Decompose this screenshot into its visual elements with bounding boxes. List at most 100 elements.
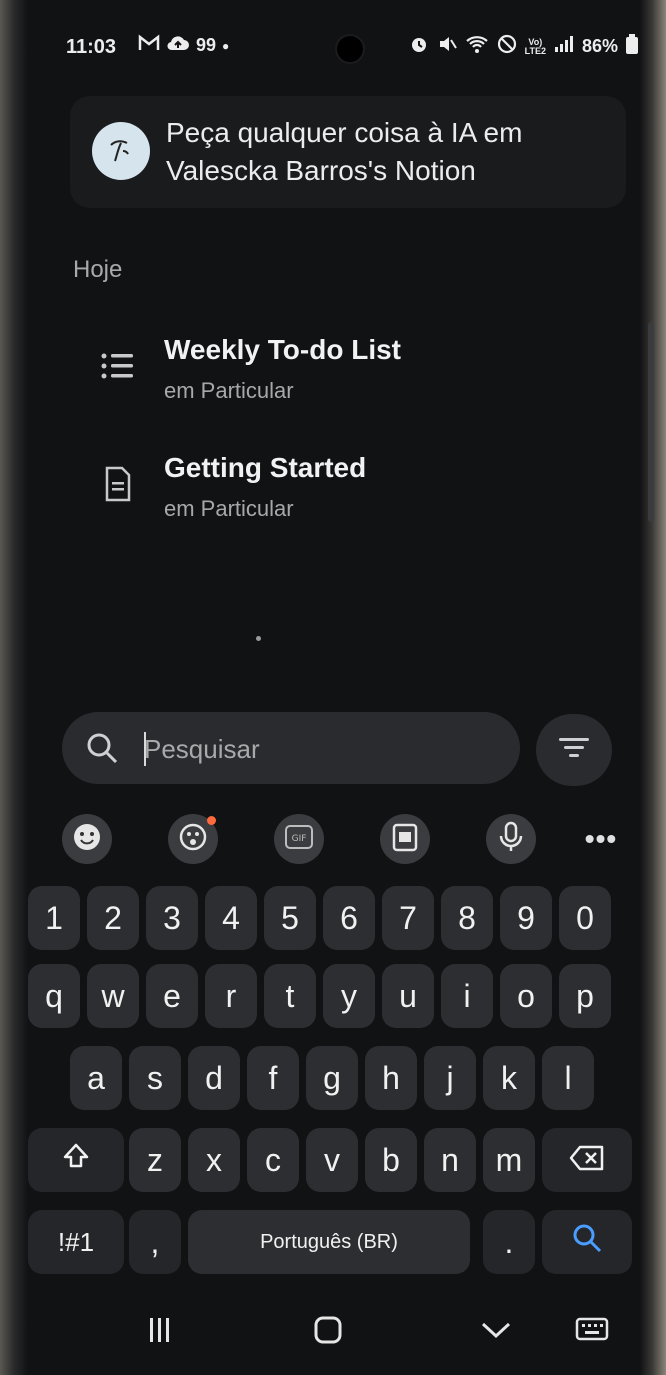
item-subtitle: em Particular <box>164 496 294 521</box>
key-n[interactable]: n <box>424 1128 476 1192</box>
gif-button[interactable]: GIF <box>274 814 324 864</box>
gif-icon: GIF <box>284 824 314 855</box>
emoji-icon <box>72 822 102 857</box>
key-4[interactable]: 4 <box>205 886 257 950</box>
list-item-getting-started[interactable]: Getting Started em Particular <box>100 444 540 528</box>
key-f[interactable]: f <box>247 1046 299 1110</box>
key-p[interactable]: p <box>559 964 611 1028</box>
key-x[interactable]: x <box>188 1128 240 1192</box>
search-icon <box>571 1222 603 1262</box>
key-6[interactable]: 6 <box>323 886 375 950</box>
key-o[interactable]: o <box>500 964 552 1028</box>
key-w[interactable]: w <box>87 964 139 1028</box>
clipboard-icon <box>391 822 419 857</box>
dot-decoration <box>256 636 261 641</box>
text-cursor <box>144 732 146 766</box>
space-key[interactable]: Português (BR) <box>188 1210 470 1274</box>
key-0[interactable]: 0 <box>559 886 611 950</box>
item-subtitle: em Particular <box>164 378 294 403</box>
search-key[interactable] <box>542 1210 632 1274</box>
symbols-key[interactable]: !#1 <box>28 1210 124 1274</box>
home-icon <box>313 1315 343 1350</box>
search-input[interactable] <box>142 726 506 772</box>
cloud-upload-icon <box>166 34 190 57</box>
key-1[interactable]: 1 <box>28 886 80 950</box>
new-badge <box>207 816 216 825</box>
key-i[interactable]: i <box>441 964 493 1028</box>
more-icon: ••• <box>584 823 618 854</box>
key-k[interactable]: k <box>483 1046 535 1110</box>
key-7[interactable]: 7 <box>382 886 434 950</box>
clipboard-button[interactable] <box>380 814 430 864</box>
filter-icon <box>558 736 590 765</box>
status-time: 11:03 <box>66 36 117 58</box>
keyboard-toolbar: GIF ••• <box>22 800 642 878</box>
volte-icon: Vo) LTE2 <box>524 36 546 56</box>
comma-key[interactable]: , <box>129 1210 181 1274</box>
wifi-icon <box>465 34 489 59</box>
chevron-down-icon <box>480 1320 512 1345</box>
key-c[interactable]: c <box>247 1128 299 1192</box>
emoji-button[interactable] <box>62 814 112 864</box>
battery-percent: 86% <box>581 36 618 56</box>
voice-input-button[interactable] <box>486 814 536 864</box>
scrollbar[interactable] <box>648 322 654 522</box>
ai-prompt-card[interactable]: Peça qualquer coisa à IA em Valescka Bar… <box>70 96 626 208</box>
status-left-icons: 99 ● <box>138 34 229 57</box>
keyboard-switch-button[interactable] <box>570 1306 614 1358</box>
backspace-icon <box>569 1142 605 1179</box>
home-button[interactable] <box>306 1306 350 1358</box>
key-t[interactable]: t <box>264 964 316 1028</box>
dnd-icon <box>497 34 517 59</box>
section-today-label: Hoje <box>73 256 123 283</box>
backspace-key[interactable] <box>542 1128 632 1192</box>
key-8[interactable]: 8 <box>441 886 493 950</box>
notification-count: 99 <box>196 35 217 55</box>
list-item-weekly-todo[interactable]: Weekly To-do List em Particular <box>100 326 540 410</box>
key-y[interactable]: y <box>323 964 375 1028</box>
signal-icon <box>554 35 574 58</box>
key-v[interactable]: v <box>306 1128 358 1192</box>
key-q[interactable]: q <box>28 964 80 1028</box>
ai-prompt-line1: Peça qualquer coisa à IA em <box>166 117 523 148</box>
keyboard: 1 2 3 4 5 6 7 8 9 0 q w e r t y u i o p … <box>24 882 636 1282</box>
key-9[interactable]: 9 <box>500 886 552 950</box>
key-g[interactable]: g <box>306 1046 358 1110</box>
front-camera <box>335 34 365 64</box>
document-icon <box>100 466 136 502</box>
key-j[interactable]: j <box>424 1046 476 1110</box>
recents-button[interactable] <box>138 1306 182 1358</box>
key-3[interactable]: 3 <box>146 886 198 950</box>
key-d[interactable]: d <box>188 1046 240 1110</box>
item-title: Weekly To-do List <box>164 334 401 365</box>
sticker-icon <box>178 822 208 857</box>
shift-key[interactable] <box>28 1128 124 1192</box>
filter-button[interactable] <box>536 714 612 786</box>
key-u[interactable]: u <box>382 964 434 1028</box>
key-a[interactable]: a <box>70 1046 122 1110</box>
item-title: Getting Started <box>164 452 367 483</box>
key-z[interactable]: z <box>129 1128 181 1192</box>
period-key[interactable]: . <box>483 1210 535 1274</box>
keyboard-icon <box>575 1317 609 1348</box>
ai-prompt-text: Peça qualquer coisa à IA em Valescka Bar… <box>166 114 606 190</box>
ai-prompt-line2: Valescka Barros's Notion <box>166 155 476 186</box>
key-b[interactable]: b <box>365 1128 417 1192</box>
search-icon <box>84 730 120 766</box>
key-r[interactable]: r <box>205 964 257 1028</box>
more-options-button[interactable]: ••• <box>576 814 626 864</box>
key-s[interactable]: s <box>129 1046 181 1110</box>
microphone-icon <box>498 821 524 858</box>
key-2[interactable]: 2 <box>87 886 139 950</box>
key-m[interactable]: m <box>483 1128 535 1192</box>
back-hide-keyboard-button[interactable] <box>474 1306 518 1358</box>
navigation-bar <box>0 1290 666 1370</box>
status-right-icons: Vo) LTE2 86% <box>409 34 638 59</box>
key-5[interactable]: 5 <box>264 886 316 950</box>
sticker-button[interactable] <box>168 814 218 864</box>
search-bar[interactable] <box>62 712 520 784</box>
recents-icon <box>147 1316 173 1349</box>
key-l[interactable]: l <box>542 1046 594 1110</box>
key-h[interactable]: h <box>365 1046 417 1110</box>
key-e[interactable]: e <box>146 964 198 1028</box>
